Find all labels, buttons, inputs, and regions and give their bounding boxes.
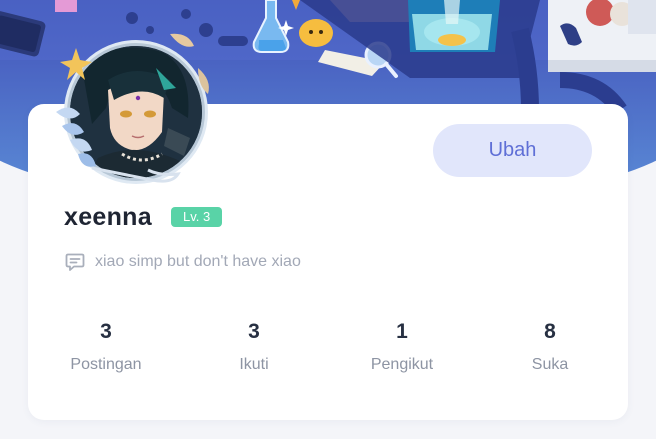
bio-row: xiao simp but don't have xiao [64,250,301,274]
stat-posts-label: Postingan [70,356,142,373]
stat-following-count: 3 [248,320,260,343]
stat-following[interactable]: 3 Ikuti [194,318,314,374]
stat-followers-count: 1 [396,320,408,343]
profile-screen: Ubah xeenna Lv. 3 xiao simp but don't ha… [0,0,656,439]
level-badge: Lv. 3 [171,207,223,227]
bio-text: xiao simp but don't have xiao [95,253,301,270]
username: xeenna [64,203,152,231]
comment-icon [64,251,86,273]
stat-following-label: Ikuti [239,356,269,373]
stat-likes-count: 8 [544,320,556,343]
stat-likes[interactable]: 8 Suka [490,318,610,374]
stat-followers[interactable]: 1 Pengikut [342,318,462,374]
stat-posts-count: 3 [100,320,112,343]
stat-likes-label: Suka [531,356,569,373]
avatar[interactable] [52,28,217,193]
stat-followers-label: Pengikut [370,356,434,373]
edit-profile-button[interactable]: Ubah [433,124,592,177]
stat-posts[interactable]: 3 Postingan [46,318,166,374]
